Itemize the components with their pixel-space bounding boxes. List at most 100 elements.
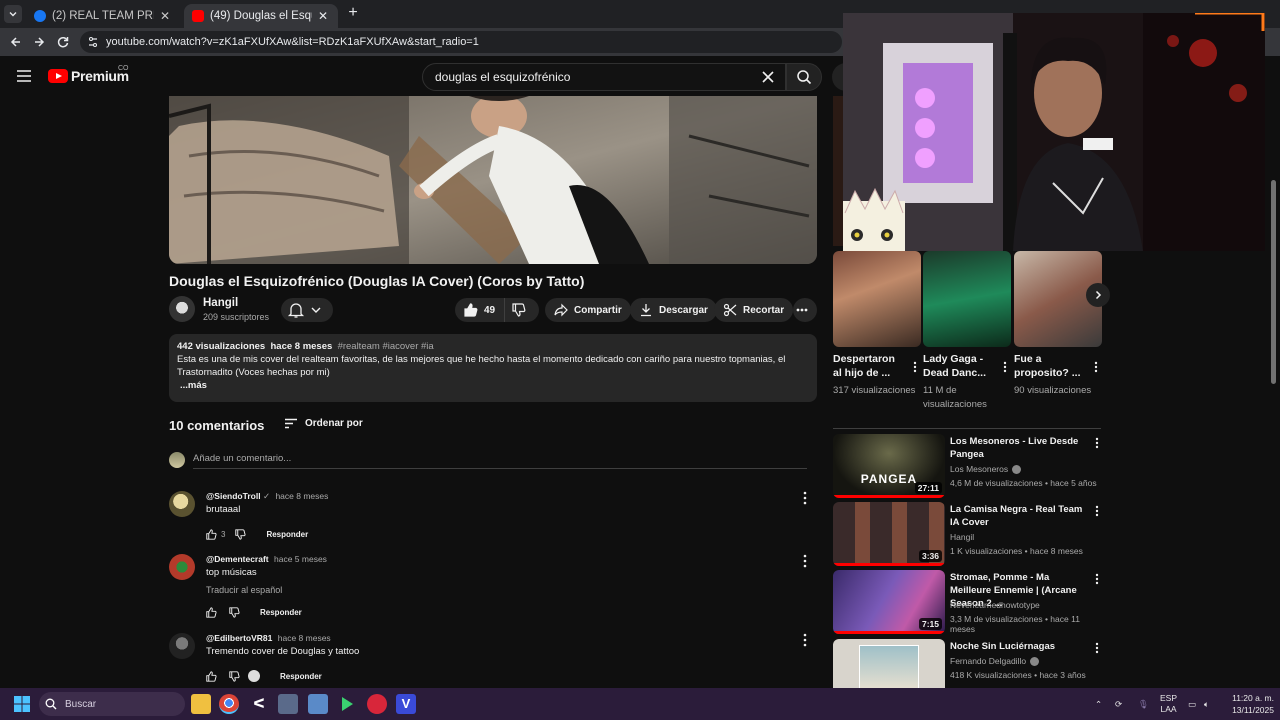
comment-menu-icon[interactable] bbox=[803, 491, 807, 505]
commenter-avatar[interactable] bbox=[169, 633, 195, 659]
menu-icon[interactable] bbox=[16, 69, 32, 83]
notifications-button[interactable] bbox=[281, 298, 333, 322]
chevron-down-icon bbox=[9, 12, 17, 17]
network-icon[interactable]: ▭ bbox=[1188, 688, 1196, 720]
tray-chevron-up-icon[interactable]: ⌃ bbox=[1095, 688, 1102, 720]
like-button[interactable]: 49 bbox=[455, 298, 505, 322]
reply-button[interactable]: Responder bbox=[280, 672, 322, 681]
video-menu-icon[interactable] bbox=[1095, 437, 1099, 449]
back-button[interactable] bbox=[8, 34, 24, 50]
shorts-title: Fue a proposito? ... bbox=[1014, 353, 1081, 379]
shorts-thumbnail bbox=[833, 251, 921, 347]
tab-youtube[interactable]: (49) Douglas el Esquizofrénico ( ✕ bbox=[184, 4, 338, 28]
watch-progress bbox=[833, 631, 945, 634]
tab-facebook[interactable]: (2) REAL TEAM PRRAS! | Facebook ✕ bbox=[26, 4, 180, 28]
calculator-icon[interactable] bbox=[308, 694, 328, 714]
shorts-card[interactable]: Lady Gaga - Dead Danc... 11 M de visuali… bbox=[923, 251, 1011, 412]
channel-name: Los Mesoneros bbox=[950, 464, 1009, 474]
sidebar-top-edge bbox=[833, 96, 843, 246]
page-scrollbar[interactable] bbox=[1271, 180, 1276, 384]
video-menu-icon[interactable] bbox=[1095, 642, 1099, 654]
download-label: Descargar bbox=[659, 304, 708, 316]
taskbar-clock[interactable]: 11:20 a. m. 13/11/2025 bbox=[1222, 692, 1274, 716]
close-tab-icon[interactable]: ✕ bbox=[316, 9, 330, 23]
notepad-icon[interactable] bbox=[278, 694, 298, 714]
clear-search-icon[interactable] bbox=[761, 70, 775, 84]
tab-search-button[interactable] bbox=[4, 5, 22, 23]
commenter-avatar[interactable] bbox=[169, 554, 195, 580]
recommendation-item[interactable]: 3:36 La Camisa Negra - Real Team IA Cove… bbox=[833, 502, 1103, 566]
thumbs-up-icon[interactable] bbox=[206, 606, 217, 618]
language-indicator[interactable]: ESP LAA bbox=[1160, 688, 1177, 720]
video-menu-icon[interactable] bbox=[1095, 505, 1099, 517]
video-title: Douglas el Esquizofrénico (Douglas IA Co… bbox=[169, 273, 585, 289]
download-button[interactable]: Descargar bbox=[630, 298, 717, 322]
reply-button[interactable]: Responder bbox=[266, 530, 308, 539]
file-explorer-icon[interactable] bbox=[191, 694, 211, 714]
shorts-menu-icon[interactable] bbox=[1003, 361, 1007, 373]
share-button[interactable]: Compartir bbox=[545, 298, 631, 322]
address-bar[interactable]: youtube.com/watch?v=zK1aFXUfXAw&list=RDz… bbox=[80, 31, 842, 53]
comment-menu-icon[interactable] bbox=[803, 554, 807, 568]
thumbs-up-icon[interactable] bbox=[206, 670, 217, 682]
search-icon bbox=[45, 698, 57, 710]
shorts-card[interactable]: Despertaron al hijo de ... 317 visualiza… bbox=[833, 251, 921, 398]
thumbs-up-icon[interactable] bbox=[206, 528, 217, 540]
thumbs-down-icon bbox=[512, 303, 526, 317]
recommendation-item[interactable]: PANGEA 27:11 Los Mesoneros - Live Desde … bbox=[833, 434, 1103, 498]
thumbs-down-icon[interactable] bbox=[229, 606, 240, 618]
mic-icon[interactable]: 🎙︎ bbox=[1138, 688, 1149, 720]
new-tab-button[interactable]: + bbox=[345, 5, 361, 21]
comment-item: @Dementecraft hace 5 meses top músicas T… bbox=[169, 554, 817, 620]
shorts-menu-icon[interactable] bbox=[1094, 361, 1098, 373]
sort-comments-button[interactable]: Ordenar por bbox=[284, 418, 363, 429]
verified-badge-icon bbox=[1012, 464, 1022, 474]
channel-name[interactable]: Hangil bbox=[203, 297, 238, 309]
volume-icon[interactable]: 🔈︎ bbox=[1204, 688, 1209, 720]
close-tab-icon[interactable]: ✕ bbox=[158, 9, 172, 23]
dislike-button[interactable] bbox=[505, 298, 539, 322]
subscriber-count: 209 suscriptores bbox=[203, 312, 270, 322]
hashtags[interactable]: #realteam #iacover #ia bbox=[338, 341, 434, 352]
reply-button[interactable]: Responder bbox=[260, 608, 302, 617]
add-comment-field[interactable]: Añade un comentario... bbox=[169, 451, 807, 469]
clock-date: 13/11/2025 bbox=[1232, 705, 1274, 715]
capcut-icon[interactable]: ᐸ bbox=[249, 694, 269, 714]
forward-button[interactable] bbox=[31, 34, 47, 50]
site-info-icon[interactable] bbox=[86, 35, 100, 49]
clip-button[interactable]: Recortar bbox=[714, 298, 794, 322]
video-player[interactable] bbox=[169, 96, 817, 264]
video-description[interactable]: 442 visualizaciones hace 8 meses #realte… bbox=[169, 334, 817, 402]
thumbs-down-icon[interactable] bbox=[229, 670, 240, 682]
comment-menu-icon[interactable] bbox=[803, 633, 807, 647]
search-button[interactable] bbox=[786, 63, 822, 91]
shorts-next-button[interactable] bbox=[1086, 283, 1110, 307]
media-player-icon[interactable] bbox=[337, 694, 357, 714]
taskbar-search[interactable]: Buscar bbox=[39, 692, 185, 716]
shorts-menu-icon[interactable] bbox=[913, 361, 917, 373]
more-actions-button[interactable] bbox=[793, 298, 817, 322]
comment-author[interactable]: @SiendoTroll bbox=[206, 491, 261, 501]
facebook-icon bbox=[34, 10, 46, 22]
recommendation-item[interactable]: Noche Sin Luciérnagas Fernando Delgadill… bbox=[833, 639, 1103, 688]
back-arrow-icon bbox=[10, 37, 20, 47]
video-menu-icon[interactable] bbox=[1095, 573, 1099, 585]
thumbs-down-icon[interactable] bbox=[235, 528, 247, 540]
reload-button[interactable] bbox=[55, 34, 71, 50]
show-more-link[interactable]: ...más bbox=[180, 379, 809, 392]
comment-author[interactable]: @Dementecraft bbox=[206, 554, 269, 564]
windows-start-icon[interactable] bbox=[14, 696, 30, 712]
youtube-premium-logo[interactable]: Premium CO bbox=[48, 65, 129, 84]
search-input[interactable]: douglas el esquizofrénico bbox=[422, 63, 786, 91]
chrome-icon[interactable] bbox=[219, 694, 239, 714]
commenter-avatar[interactable] bbox=[169, 491, 195, 517]
shorts-card[interactable]: Fue a proposito? ... 90 visualizaciones bbox=[1014, 251, 1102, 398]
tab-title: (49) Douglas el Esquizofrénico ( bbox=[210, 10, 312, 22]
translate-link[interactable]: Traducir al español bbox=[206, 585, 282, 595]
vegas-icon[interactable]: V bbox=[396, 694, 416, 714]
channel-avatar[interactable] bbox=[169, 296, 195, 322]
opera-gx-icon[interactable] bbox=[367, 694, 387, 714]
comment-author[interactable]: @EdilbertoVR81 bbox=[206, 633, 272, 643]
sync-icon[interactable]: ⟳ bbox=[1115, 688, 1122, 720]
recommendation-item[interactable]: 7:15 Stromae, Pomme - Ma Meilleure Ennem… bbox=[833, 570, 1103, 634]
